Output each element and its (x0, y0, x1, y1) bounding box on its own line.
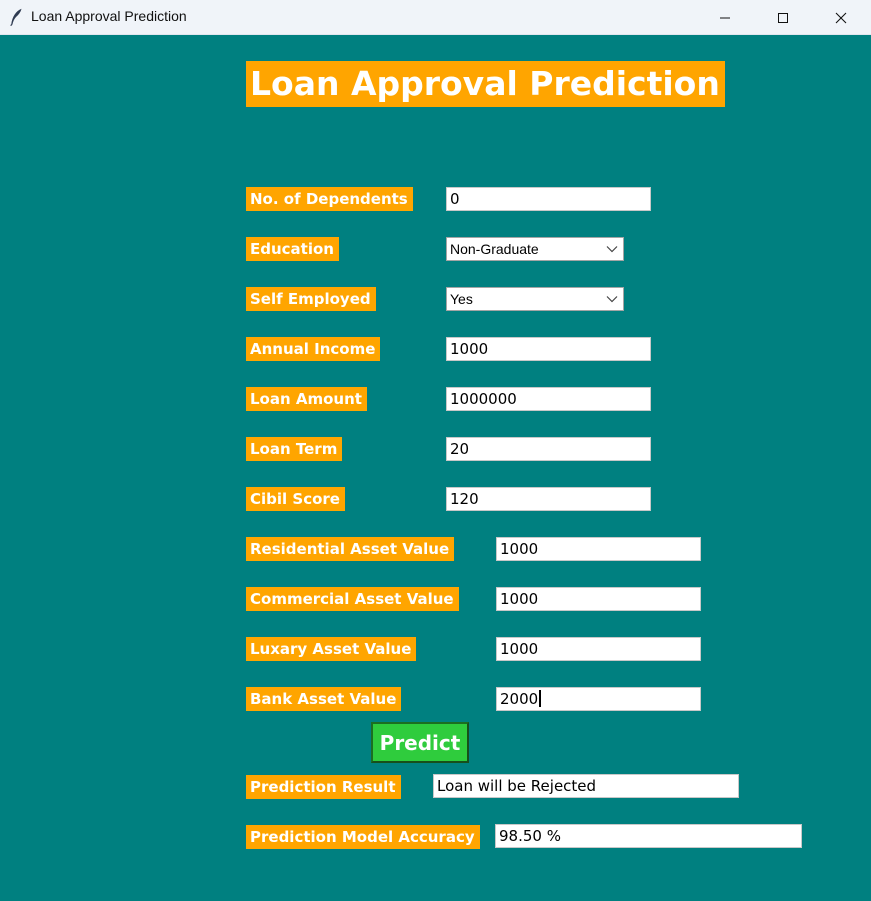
annual-income-input[interactable]: 1000 (446, 337, 651, 361)
commercial-asset-input[interactable]: 1000 (496, 587, 701, 611)
label-annual-income: Annual Income (246, 337, 381, 361)
residential-asset-input[interactable]: 1000 (496, 537, 701, 561)
luxury-asset-input[interactable]: 1000 (496, 637, 701, 661)
main-window-body: Loan Approval Prediction No. of Dependen… (0, 35, 871, 901)
label-model-accuracy: Prediction Model Accuracy (246, 825, 480, 849)
label-self-employed: Self Employed (246, 287, 376, 311)
education-selected-value: Non-Graduate (450, 241, 539, 257)
label-education: Education (246, 237, 339, 261)
minimize-icon (720, 17, 730, 18)
label-commercial-asset: Commercial Asset Value (246, 587, 459, 611)
feather-icon (10, 8, 22, 26)
prediction-result-field[interactable]: Loan will be Rejected (433, 774, 739, 798)
label-bank-asset: Bank Asset Value (246, 687, 402, 711)
chevron-down-icon (606, 296, 618, 303)
label-luxury-asset: Luxary Asset Value (246, 637, 417, 661)
self-employed-selected-value: Yes (450, 291, 473, 307)
close-button[interactable] (812, 0, 870, 35)
label-loan-amount: Loan Amount (246, 387, 367, 411)
maximize-button[interactable] (754, 0, 812, 35)
dependents-input[interactable]: 0 (446, 187, 651, 211)
predict-button[interactable]: Predict (371, 722, 469, 763)
maximize-icon (778, 12, 788, 23)
page-title: Loan Approval Prediction (246, 61, 725, 107)
bank-asset-input[interactable]: 2000 (496, 687, 701, 711)
chevron-down-icon (606, 246, 618, 253)
education-dropdown[interactable]: Non-Graduate (446, 237, 624, 261)
loan-term-input[interactable]: 20 (446, 437, 651, 461)
label-cibil-score: Cibil Score (246, 487, 345, 511)
cibil-score-input[interactable]: 120 (446, 487, 651, 511)
self-employed-dropdown[interactable]: Yes (446, 287, 624, 311)
loan-amount-input[interactable]: 1000000 (446, 387, 651, 411)
label-loan-term: Loan Term (246, 437, 343, 461)
window-title: Loan Approval Prediction (31, 8, 187, 24)
label-prediction-result: Prediction Result (246, 775, 401, 799)
title-bar: Loan Approval Prediction (0, 0, 871, 35)
minimize-button[interactable] (696, 0, 754, 35)
label-residential-asset: Residential Asset Value (246, 537, 455, 561)
close-icon (835, 12, 847, 23)
model-accuracy-field[interactable]: 98.50 % (495, 824, 802, 848)
label-dependents: No. of Dependents (246, 187, 413, 211)
